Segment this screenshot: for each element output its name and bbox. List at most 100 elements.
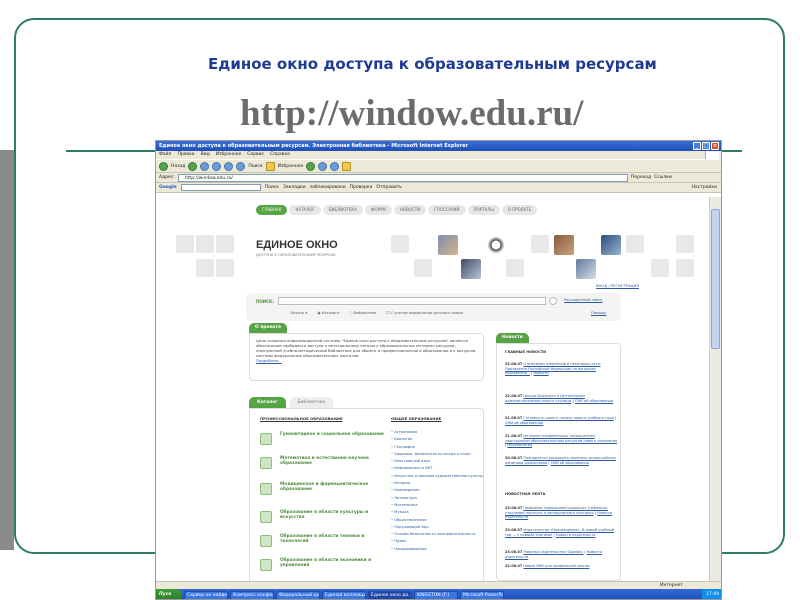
general-edu-heading[interactable]: ОБЩЕЕ ОБРАЗОВАНИЕ [391, 416, 441, 421]
nav-glossary[interactable]: ГЛОССАРИЙ [428, 205, 466, 215]
google-send[interactable]: Отправить [376, 185, 402, 190]
feed-item[interactable]: 23.08.07 Новинки издательства «Дрофа» | … [505, 550, 617, 559]
menu-help[interactable]: Справка [270, 151, 290, 159]
home-icon[interactable] [224, 161, 234, 171]
feed-item[interactable]: 23.08.07 Издательство «Просвещение»: В н… [505, 528, 617, 537]
subject-link[interactable]: Обществознание [391, 517, 483, 524]
google-spellcheck[interactable]: Проверка [350, 185, 373, 190]
site-search-button[interactable] [549, 297, 557, 305]
search-help-link[interactable]: Помощь [591, 311, 606, 315]
tab-library[interactable]: Библиотека [289, 397, 334, 408]
favorites-label[interactable]: Избранное [278, 164, 304, 169]
subject-link[interactable]: Основы безопасности жизнедеятельности [391, 531, 483, 538]
history-icon[interactable] [306, 161, 316, 171]
vertical-scrollbar[interactable] [709, 197, 721, 581]
about-heading[interactable]: О проекте [249, 323, 287, 333]
subject-link[interactable]: Литература [391, 495, 483, 502]
minimize-button[interactable]: _ [693, 142, 701, 150]
subject-link[interactable]: Здоровье, физическая культура и спорт [391, 451, 483, 458]
links-label[interactable]: Ссылки [654, 175, 672, 180]
close-button[interactable]: × [711, 142, 719, 150]
menu-favorites[interactable]: Избранное [216, 151, 242, 159]
folder-icon[interactable] [342, 161, 352, 171]
login-register-link[interactable]: ВХОД / РЕГИСТРАЦИЯ [596, 283, 639, 288]
tab-catalog[interactable]: Каталог [249, 397, 286, 408]
google-search-button[interactable]: Поиск [265, 185, 279, 190]
search-icon[interactable] [236, 161, 246, 171]
subject-link[interactable]: История [391, 480, 483, 487]
nav-news[interactable]: НОВОСТИ [393, 205, 427, 215]
forward-icon[interactable] [188, 161, 198, 171]
search-catalog-radio[interactable]: ◉ Каталоге [318, 311, 340, 315]
print-icon[interactable] [330, 161, 340, 171]
start-button[interactable]: Пуск [156, 589, 182, 599]
prof-item[interactable]: Медицинское и фармацевтическое образован… [260, 481, 390, 499]
about-more-link[interactable]: Подробнее... [256, 358, 477, 363]
subject-link[interactable]: Музыка [391, 509, 483, 516]
menu-file[interactable]: Файл [159, 151, 171, 159]
taskbar-item[interactable]: Сервер не найде... [184, 590, 228, 599]
taskbar-item-active[interactable]: Единое окно до... [368, 590, 412, 599]
taskbar-item[interactable]: Компресс конфер... [230, 590, 274, 599]
news-item[interactable]: 23.08.07 О внесении изменений в некоторы… [505, 362, 617, 376]
site-logo-title[interactable]: ЕДИНОЕ ОКНО [256, 239, 338, 251]
google-popup-blocked[interactable]: заблокировано [310, 185, 346, 190]
google-settings[interactable]: Настройки [692, 185, 717, 190]
search-library-radio[interactable]: ○ Библиотеке [349, 311, 376, 315]
search-label[interactable]: Поиск [248, 164, 262, 169]
nav-portals[interactable]: ПОРТАЛЫ [467, 205, 500, 215]
menu-view[interactable]: Вид [201, 151, 210, 159]
go-button[interactable]: Переход [631, 175, 651, 180]
prof-item[interactable]: Математика и естественно-научное образов… [260, 455, 390, 473]
taskbar-item[interactable]: Федеральный це... [276, 590, 320, 599]
nav-about[interactable]: О ПРОЕКТЕ [501, 205, 538, 215]
subject-link[interactable]: Иностранный язык [391, 458, 483, 465]
refresh-icon[interactable] [212, 161, 222, 171]
menu-tools[interactable]: Сервис [247, 151, 264, 159]
back-icon[interactable] [159, 161, 168, 171]
site-search-input[interactable] [278, 297, 546, 305]
news-block: ГЛАВНЫЕ НОВОСТИ 23.08.07 О внесении изме… [496, 343, 621, 581]
taskbar-item[interactable]: Microsoft PowerPo... [460, 590, 504, 599]
subject-link[interactable]: Окружающий мир [391, 524, 483, 531]
taskbar-item[interactable]: KINGSTON (F:) [414, 590, 458, 599]
subject-link[interactable]: Искусство и мировая художественная культ… [391, 473, 483, 480]
morphology-checkbox[interactable]: ☐ С учетом морфологии русского языка [386, 311, 463, 315]
news-item[interactable]: 20.08.07 Планируется расширить перечень … [505, 456, 617, 465]
address-input[interactable]: http://window.edu.ru/ [177, 173, 628, 182]
news-item[interactable]: 21.08.07 Интернет-конференция, посвященн… [505, 434, 617, 448]
subject-link[interactable]: Информатика и ИКТ [391, 465, 483, 472]
nav-home[interactable]: ГЛАВНАЯ [256, 205, 288, 215]
maximize-button[interactable]: □ [702, 142, 710, 150]
scrollbar-thumb[interactable] [711, 209, 720, 349]
prof-edu-heading[interactable]: ПРОФЕССИОНАЛЬНОЕ ОБРАЗОВАНИЕ [260, 416, 343, 421]
nav-forum[interactable]: ФОРУМ [365, 205, 392, 215]
subject-link[interactable]: Биология [391, 436, 483, 443]
taskbar-item[interactable]: Единая коллекци... [322, 590, 366, 599]
nav-library[interactable]: БИБЛИОТЕКА [322, 205, 363, 215]
subject-link[interactable]: Право [391, 538, 483, 545]
prof-item[interactable]: Образование в области культуры и искусст… [260, 509, 390, 527]
google-bookmarks[interactable]: Закладки [283, 185, 306, 190]
subject-link[interactable]: Краеведение [391, 487, 483, 494]
feed-item[interactable]: 23.08.07 Проблемы содержания школьных уч… [505, 506, 617, 520]
mail-icon[interactable] [318, 161, 328, 171]
subject-link[interactable]: География [391, 444, 483, 451]
star-icon[interactable] [265, 161, 275, 171]
subject-link[interactable]: Астрономия [391, 429, 483, 436]
prof-item[interactable]: Образование в области экономики и управл… [260, 557, 390, 575]
prof-item[interactable]: Гуманитарное и социальное образование [260, 431, 390, 449]
feed-item[interactable]: 22.08.07 Новые УМК для профильной школы [505, 564, 617, 569]
stop-icon[interactable] [200, 161, 210, 171]
news-item[interactable]: 22.08.07 Школы будущего в Центральном ад… [505, 394, 617, 403]
back-label[interactable]: Назад [171, 164, 185, 169]
news-heading[interactable]: Новости [496, 333, 529, 343]
menu-edit[interactable]: Правка [177, 151, 194, 159]
nav-catalog[interactable]: КАТАЛОГ [289, 205, 321, 215]
prof-item[interactable]: Образование в области техники и технолог… [260, 533, 390, 551]
google-search-input[interactable] [180, 184, 261, 191]
news-item[interactable]: 21.08.07 Готовность школ к началу нового… [505, 416, 617, 425]
subject-link[interactable]: Математика [391, 502, 483, 509]
subject-link[interactable]: Природоведение [391, 546, 483, 553]
advanced-search-link[interactable]: Расширенный поиск [564, 298, 603, 302]
